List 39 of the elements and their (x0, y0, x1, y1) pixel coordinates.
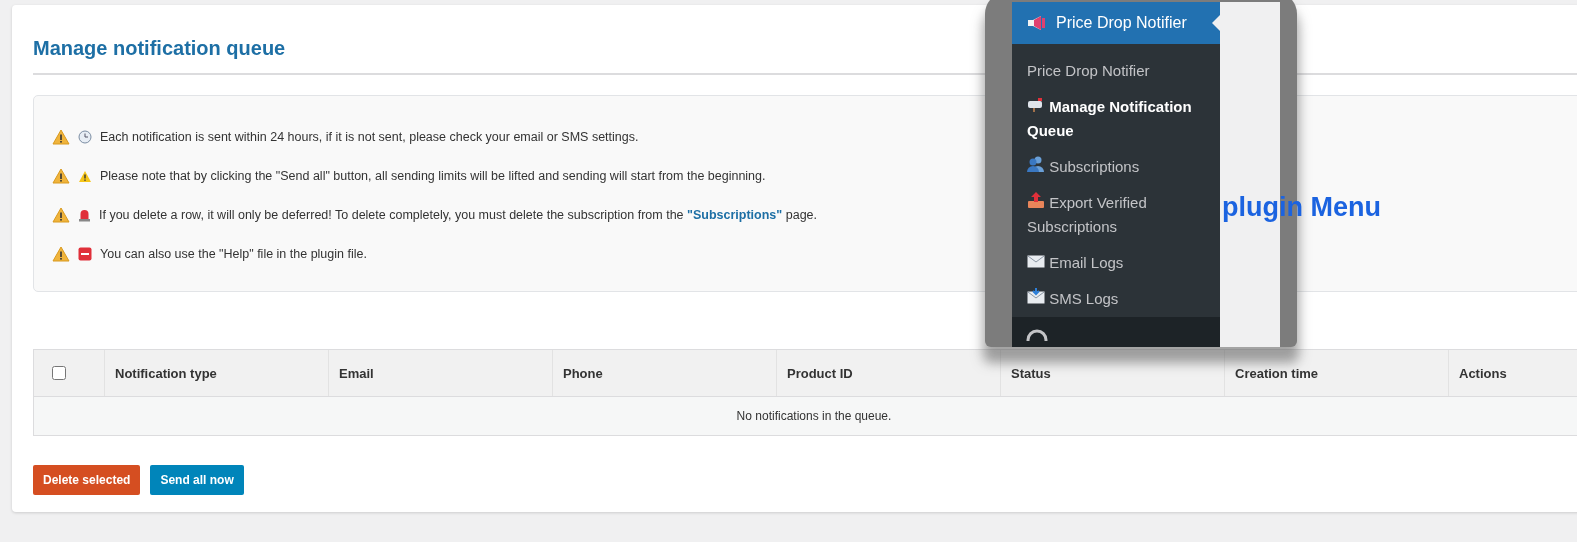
menu-item[interactable]: Price Drop Notifier (1027, 59, 1208, 83)
mailbox-icon (1027, 98, 1045, 112)
notice-text: Each notification is sent within 24 hours, if it is not sent, please check your email or SMS settings. (100, 129, 639, 145)
menu-header[interactable]: Price Drop Notifier (1012, 2, 1220, 44)
warning-icon (78, 169, 92, 183)
column-header[interactable]: Notification type (104, 350, 328, 396)
menu-item[interactable]: Email Logs (1027, 251, 1208, 275)
notice-text: Please note that by clicking the "Send all" button, all sending limits will be lifted and sending will start from the beginning. (100, 168, 766, 184)
warning-icon (52, 246, 70, 262)
menu-item[interactable]: SMS Logs (1027, 287, 1208, 311)
warning-icon (52, 168, 70, 184)
delete-button[interactable]: Delete selected (33, 465, 141, 495)
column-header[interactable]: Email (328, 350, 552, 396)
column-header[interactable]: Product ID (776, 350, 1000, 396)
menu-header-label: Price Drop Notifier (1056, 14, 1187, 32)
export-icon (1027, 192, 1045, 208)
menu-item[interactable]: Manage Notification Queue (1027, 95, 1208, 143)
column-header[interactable]: Status (1000, 350, 1224, 396)
annotation-label: plugin Menu (1222, 192, 1381, 223)
empty-message: No notifications in the queue. (34, 397, 1577, 435)
megaphone-icon (1026, 15, 1046, 31)
people-icon (1027, 156, 1045, 172)
notice-text: You can also use the "Help" file in the plugin file. (100, 246, 367, 262)
envelope-icon (1027, 288, 1045, 304)
menu-item[interactable]: Export Verified Subscriptions (1027, 191, 1208, 239)
clock-icon (78, 130, 92, 144)
select-all-checkbox[interactable] (52, 366, 66, 380)
column-header[interactable]: Creation time (1224, 350, 1448, 396)
warning-icon (52, 129, 70, 145)
column-header[interactable]: Actions (1448, 350, 1577, 396)
siren-icon (78, 208, 91, 222)
subscriptions-link[interactable]: "Subscriptions" (687, 208, 783, 222)
page-title: Manage notification queue (33, 36, 286, 61)
notice-text: If you delete a row, it will only be deferred! To delete completely, you must delete the subscription from the "Subscriptions" page. (99, 207, 817, 223)
column-header[interactable]: Phone (552, 350, 776, 396)
send-button[interactable]: Send all now (150, 465, 244, 495)
warning-icon (52, 207, 70, 223)
menu-item[interactable]: Subscriptions (1027, 155, 1208, 179)
envelope-icon (1027, 255, 1045, 268)
